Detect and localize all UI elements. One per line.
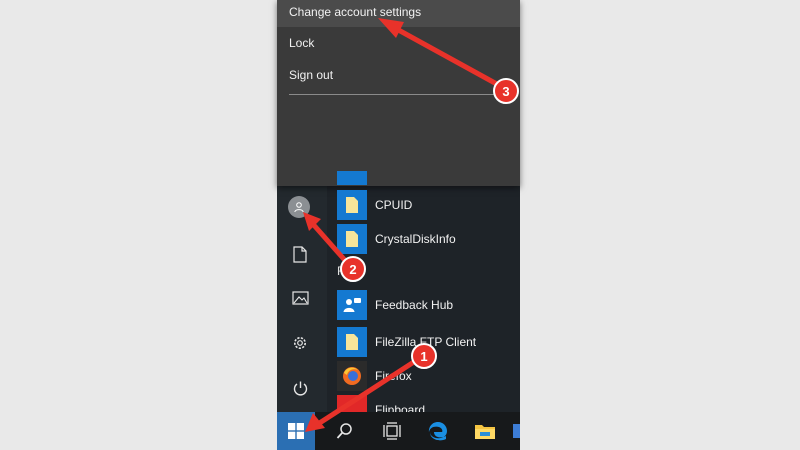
app-tile	[337, 171, 367, 185]
folder-icon	[337, 224, 367, 254]
flyout-divider	[289, 94, 509, 95]
app-item-flipboard[interactable]: Flipboard	[337, 395, 517, 412]
app-item-cpuid[interactable]: CPUID	[337, 190, 517, 220]
settings-gear-icon[interactable]	[286, 329, 314, 357]
app-label: CPUID	[375, 198, 413, 212]
app-item-firefox[interactable]: Firefox	[337, 361, 517, 391]
app-item-crystaldiskinfo[interactable]: CrystalDiskInfo	[337, 224, 517, 254]
document-icon[interactable]	[286, 240, 314, 268]
app-label: Firefox	[375, 369, 412, 383]
lock-item[interactable]: Lock	[277, 28, 520, 58]
search-icon[interactable]	[326, 412, 364, 450]
folder-icon	[337, 190, 367, 220]
taskbar-icon-partial	[512, 424, 520, 438]
change-account-settings-item[interactable]: Change account settings	[277, 0, 520, 27]
pictures-icon[interactable]	[286, 284, 314, 312]
screenshot-stage: Change account settings Lock Sign out CP…	[0, 0, 800, 450]
user-avatar-icon[interactable]	[288, 196, 310, 218]
section-letter-header[interactable]: F	[337, 264, 344, 278]
app-label: FileZilla FTP Client	[375, 335, 477, 349]
app-item-filezilla[interactable]: FileZilla FTP Client	[337, 327, 517, 357]
flipboard-icon	[337, 395, 367, 412]
file-explorer-icon[interactable]	[466, 412, 504, 450]
list-item-partial	[337, 171, 517, 185]
folder-icon	[337, 327, 367, 357]
app-label: Flipboard	[375, 403, 426, 412]
task-view-icon[interactable]	[373, 412, 411, 450]
firefox-icon	[337, 361, 367, 391]
edge-icon[interactable]	[419, 412, 457, 450]
power-icon[interactable]	[286, 374, 314, 402]
feedback-hub-icon	[337, 290, 367, 320]
app-label: Feedback Hub	[375, 298, 454, 312]
app-item-feedback-hub[interactable]: Feedback Hub	[337, 290, 517, 320]
sign-out-item[interactable]: Sign out	[277, 60, 520, 90]
account-flyout-menu: Change account settings Lock Sign out	[277, 0, 520, 186]
app-label: CrystalDiskInfo	[375, 232, 456, 246]
windows-start-icon[interactable]	[277, 412, 315, 450]
